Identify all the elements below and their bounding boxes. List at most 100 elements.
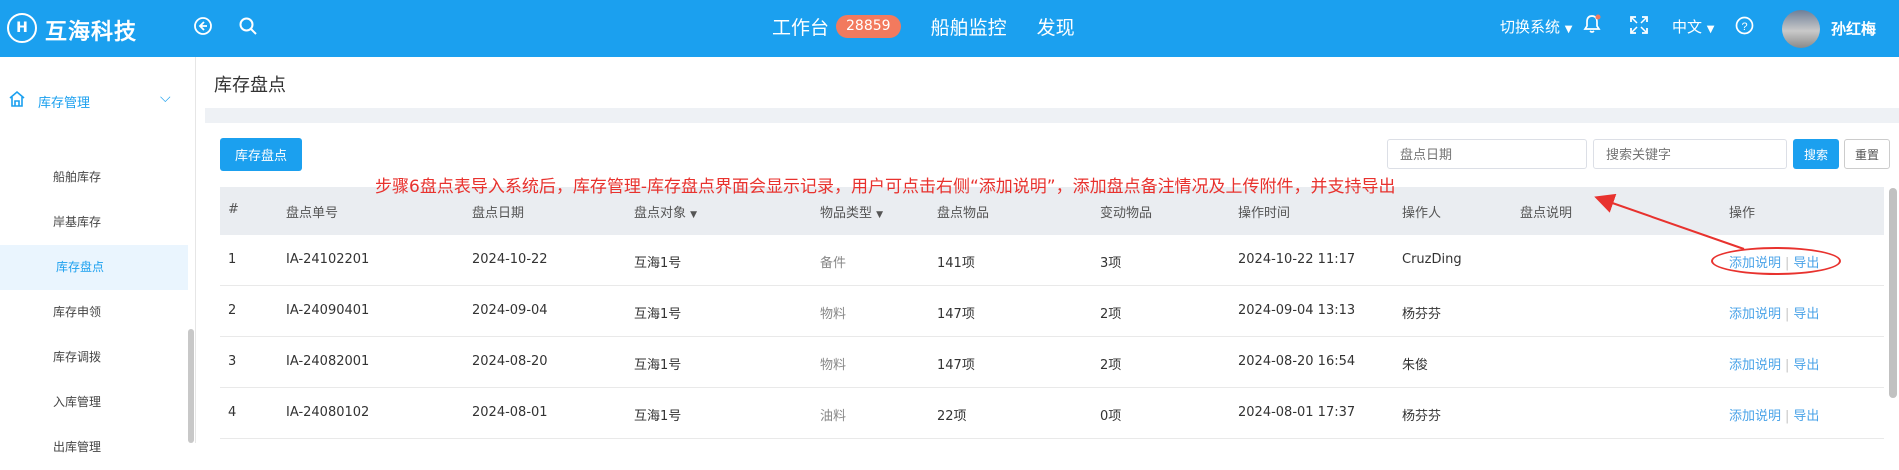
sidebar-group-inventory[interactable]: 库存管理 ⌵ xyxy=(0,81,190,121)
cell-op-time: 2024-09-04 13:13 xyxy=(1238,303,1356,318)
cell-changed: 3项 xyxy=(1100,256,1122,271)
help-circle-icon[interactable]: ? xyxy=(1735,16,1754,39)
cell-operator: 杨芬芬 xyxy=(1402,409,1442,424)
date-filter-input[interactable] xyxy=(1387,139,1587,169)
home-icon xyxy=(9,90,25,107)
cell-code: IA-24102201 xyxy=(286,252,370,267)
action-separator: | xyxy=(1785,358,1790,373)
cell-items: 141项 xyxy=(937,256,975,271)
column-header-operator: 操作人 xyxy=(1402,206,1442,221)
sort-caret-icon: ▼ xyxy=(690,210,698,220)
cell-code: IA-24082001 xyxy=(286,354,370,369)
cell-type: 物料 xyxy=(820,307,847,322)
content-card: 库存盘点 搜索 重置 # 盘点单号 盘点日期 盘点对象 ▼ 物品类型 ▼ 盘点物… xyxy=(205,123,1899,443)
main-nav: 工作台 28859 船舶监控 发现 xyxy=(772,13,1105,40)
cell-index: 2 xyxy=(228,303,237,318)
annotation-text: 步骤6盘点表导入系统后，库存管理-库存盘点界面会显示记录，用户可点击右侧“添加说… xyxy=(375,177,1396,197)
cell-actions: 添加说明 | 导出 xyxy=(1729,405,1819,424)
fullscreen-icon[interactable] xyxy=(1630,16,1648,38)
cell-target: 互海1号 xyxy=(634,256,682,271)
sidebar-item-shore-inventory[interactable]: 岸基库存 xyxy=(0,200,188,245)
title-bar: 库存盘点 xyxy=(205,57,1899,108)
sidebar-item-ship-inventory[interactable]: 船舶库存 xyxy=(0,155,188,200)
add-note-link[interactable]: 添加说明 xyxy=(1729,409,1781,424)
export-link[interactable]: 导出 xyxy=(1793,307,1819,322)
cell-type: 油料 xyxy=(820,409,847,424)
cell-items: 147项 xyxy=(937,307,975,322)
caret-down-icon: ▼ xyxy=(1706,24,1715,35)
column-header-note: 盘点说明 xyxy=(1520,206,1573,221)
cell-index: 4 xyxy=(228,405,237,420)
cell-op-time: 2024-08-20 16:54 xyxy=(1238,354,1356,369)
company-name: 互海科技 xyxy=(45,20,138,45)
cell-target: 互海1号 xyxy=(634,358,682,373)
column-header-type[interactable]: 物品类型 ▼ xyxy=(820,202,883,221)
cell-code: IA-24080102 xyxy=(286,405,370,420)
add-stocktaking-button[interactable]: 库存盘点 xyxy=(220,138,302,171)
sidebar: 库存管理 ⌵ 船舶库存 岸基库存 库存盘点 库存申领 库存调拨 入库管理 出库管… xyxy=(0,57,196,454)
annotation-circle xyxy=(1711,247,1841,275)
sort-caret-icon: ▼ xyxy=(876,210,884,220)
search-icon[interactable] xyxy=(238,16,258,41)
page-title: 库存盘点 xyxy=(214,75,286,96)
search-input[interactable] xyxy=(1593,139,1787,169)
avatar[interactable] xyxy=(1782,10,1820,48)
table-row: 1 IA-24102201 2024-10-22 互海1号 备件 141项 3项… xyxy=(220,235,1884,286)
sidebar-scrollbar[interactable] xyxy=(188,329,194,443)
sidebar-group-label: 库存管理 xyxy=(38,96,91,111)
column-header-index: # xyxy=(228,202,239,217)
cell-date: 2024-09-04 xyxy=(472,303,548,318)
cell-operator: 朱俊 xyxy=(1402,358,1429,373)
company-logo: H xyxy=(7,13,37,43)
cell-actions: 添加说明 | 导出 xyxy=(1729,354,1819,373)
column-header-items: 盘点物品 xyxy=(937,206,990,221)
cell-changed: 2项 xyxy=(1100,307,1122,322)
search-button[interactable]: 搜索 xyxy=(1793,139,1839,169)
switch-system-dropdown[interactable]: 切换系统 ▼ xyxy=(1500,16,1573,37)
sidebar-item-requisition[interactable]: 库存申领 xyxy=(0,290,188,335)
nav-discover[interactable]: 发现 xyxy=(1037,13,1075,40)
cell-date: 2024-10-22 xyxy=(472,252,548,267)
sidebar-item-stocktaking[interactable]: 库存盘点 xyxy=(0,245,188,290)
cell-date: 2024-08-01 xyxy=(472,405,548,420)
cell-changed: 0项 xyxy=(1100,409,1122,424)
table-row: 4 IA-24080102 2024-08-01 互海1号 油料 22项 0项 … xyxy=(220,388,1884,439)
table-row: 2 IA-24090401 2024-09-04 互海1号 物料 147项 2项… xyxy=(220,286,1884,337)
cell-actions: 添加说明 | 导出 xyxy=(1729,303,1819,322)
reset-button[interactable]: 重置 xyxy=(1844,139,1890,169)
cell-target: 互海1号 xyxy=(634,409,682,424)
top-navigation-bar: H 互海科技 工作台 28859 船舶监控 发现 切换系统 ▼ 中文 ▼ ? 孙… xyxy=(0,0,1899,57)
chevron-down-icon: ⌵ xyxy=(160,90,171,106)
add-note-link[interactable]: 添加说明 xyxy=(1729,358,1781,373)
export-link[interactable]: 导出 xyxy=(1793,358,1819,373)
circle-arrow-left-icon[interactable] xyxy=(193,16,213,41)
add-note-link[interactable]: 添加说明 xyxy=(1729,307,1781,322)
workbench-count-badge: 28859 xyxy=(836,15,901,38)
column-header-target[interactable]: 盘点对象 ▼ xyxy=(634,202,697,221)
cell-changed: 2项 xyxy=(1100,358,1122,373)
bell-icon[interactable] xyxy=(1583,14,1601,38)
cell-operator: CruzDing xyxy=(1402,252,1462,267)
username[interactable]: 孙红梅 xyxy=(1831,18,1876,39)
cell-items: 147项 xyxy=(937,358,975,373)
cell-target: 互海1号 xyxy=(634,307,682,322)
sidebar-item-outbound[interactable]: 出库管理 xyxy=(0,425,188,470)
language-dropdown[interactable]: 中文 ▼ xyxy=(1672,16,1715,37)
export-link[interactable]: 导出 xyxy=(1793,409,1819,424)
cell-operator: 杨芬芬 xyxy=(1402,307,1442,322)
nav-workbench[interactable]: 工作台 28859 xyxy=(772,13,901,40)
column-header-actions: 操作 xyxy=(1729,206,1756,221)
column-header-op-time: 操作时间 xyxy=(1238,206,1291,221)
sidebar-item-transfer[interactable]: 库存调拨 xyxy=(0,335,188,380)
nav-ship-monitor[interactable]: 船舶监控 xyxy=(931,13,1007,40)
table-scrollbar[interactable] xyxy=(1889,188,1897,398)
switch-system-label: 切换系统 xyxy=(1500,18,1561,36)
cell-type: 物料 xyxy=(820,358,847,373)
language-label: 中文 xyxy=(1672,18,1703,36)
cell-type: 备件 xyxy=(820,256,847,271)
column-header-date: 盘点日期 xyxy=(472,206,525,221)
caret-down-icon: ▼ xyxy=(1564,24,1573,35)
svg-text:?: ? xyxy=(1741,21,1747,33)
column-header-changed: 变动物品 xyxy=(1100,206,1153,221)
sidebar-item-inbound[interactable]: 入库管理 xyxy=(0,380,188,425)
